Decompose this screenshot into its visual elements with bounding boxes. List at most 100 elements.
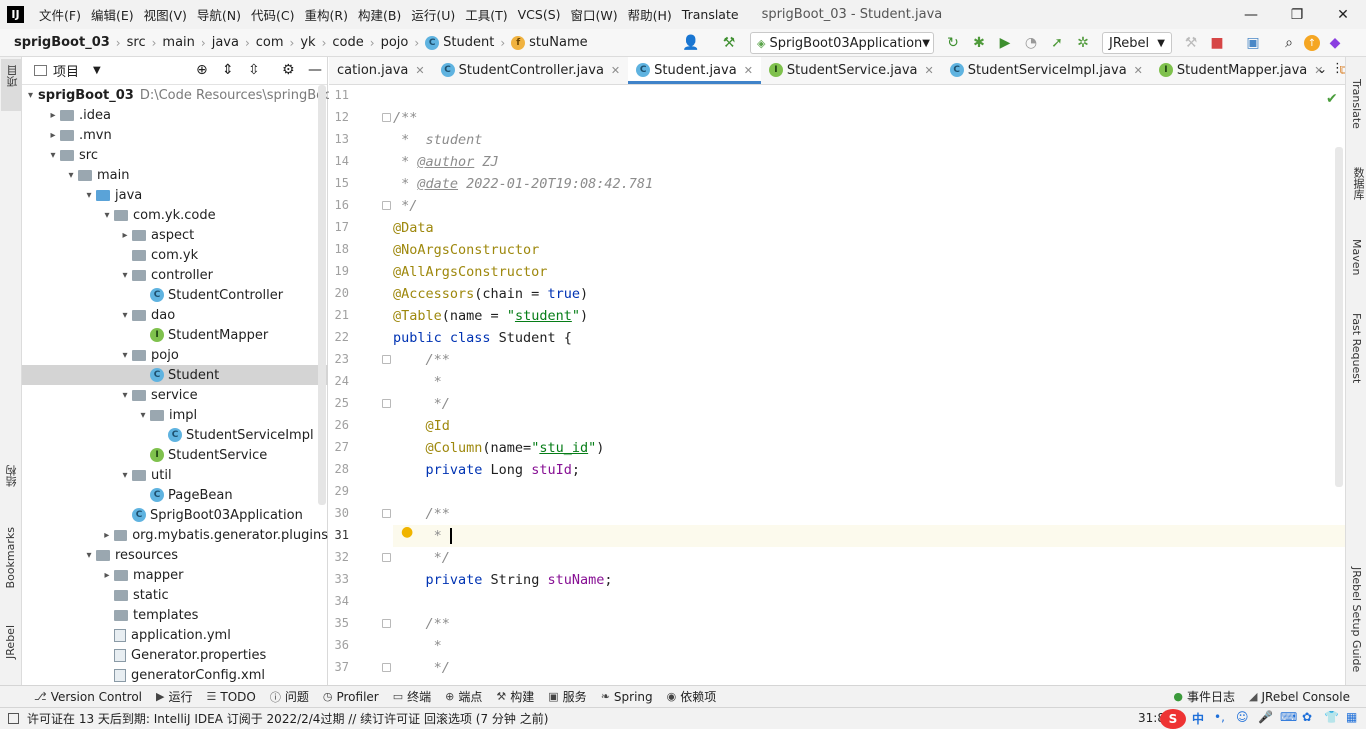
menu-item[interactable]: 重构(R) (300, 5, 353, 24)
tree-item[interactable]: ▾ util (22, 465, 328, 485)
user-icon[interactable]: 👤 (680, 32, 702, 54)
fold-icon[interactable] (382, 113, 391, 122)
tool-window-button[interactable]: ▶ 运行 (156, 688, 192, 705)
stop-icon[interactable]: ■ (1206, 32, 1228, 54)
tool-window-button[interactable]: ● 事件日志 (1173, 688, 1235, 705)
menu-item[interactable]: 运行(U) (406, 5, 460, 24)
tree-item[interactable]: ▾ controller (22, 265, 328, 285)
tool-window-button[interactable]: ⊕ 端点 (445, 688, 482, 705)
menu-item[interactable]: VCS(S) (513, 7, 566, 22)
close-button[interactable]: ✕ (1320, 0, 1366, 29)
tool-window-button[interactable]: ⚒ 构建 (496, 688, 534, 705)
code-area[interactable]: /** * student * @author ZJ * @date 2022-… (393, 85, 1345, 685)
breadcrumb-item[interactable]: f stuName (509, 35, 589, 50)
menu-item[interactable]: 工具(T) (460, 5, 512, 24)
tree-item[interactable]: C StudentServiceImpl (22, 425, 328, 445)
minimize-button[interactable]: — (1228, 0, 1274, 29)
structure-icon[interactable]: ▣ (1242, 32, 1264, 54)
tree-item[interactable]: ▸ .mvn (22, 125, 328, 145)
tool-window-button[interactable]: ⓘ 问题 (270, 688, 309, 705)
database-tool-button[interactable]: 数据库 (1350, 167, 1366, 200)
breadcrumb-item[interactable]: code (330, 35, 365, 50)
ime-punct-icon[interactable]: •, (1214, 710, 1225, 724)
bookmarks-tool-button[interactable]: Bookmarks (4, 527, 17, 588)
tree-item[interactable]: C SprigBoot03Application (22, 505, 328, 525)
chevron-down-icon[interactable]: ▾ (118, 470, 132, 481)
editor-tab[interactable]: I StudentMapper.java ✕ (1151, 57, 1332, 84)
status-message[interactable]: 许可证在 13 天后到期: IntelliJ IDEA 订阅于 2022/2/4… (27, 710, 548, 727)
grid-icon[interactable]: ▦ (1346, 710, 1357, 724)
jrebel-setup-guide-tool-button[interactable]: JRebel Setup Guide (1350, 567, 1363, 672)
jrebel-tool-button[interactable]: JRebel (4, 625, 17, 659)
gear-icon[interactable]: ⚙ (282, 62, 295, 78)
chevron-down-icon[interactable]: ⌄ (1317, 62, 1327, 76)
tree-item[interactable]: templates (22, 605, 328, 625)
tree-item[interactable]: ▾ com.yk.code (22, 205, 328, 225)
chevron-down-icon[interactable]: ▾ (118, 310, 132, 321)
chevron-down-icon[interactable]: ▾ (118, 270, 132, 281)
jrebel-run-icon[interactable]: ➚ (1046, 32, 1068, 54)
project-panel-title[interactable]: 项目 (53, 61, 79, 80)
chevron-right-icon[interactable]: ▸ (46, 130, 60, 141)
menu-item[interactable]: 帮助(H) (623, 5, 677, 24)
mic-icon[interactable]: 🎤 (1258, 710, 1273, 724)
bulb-icon[interactable]: ● (401, 524, 413, 540)
menu-item[interactable]: 视图(V) (139, 5, 192, 24)
tree-item[interactable]: I StudentMapper (22, 325, 328, 345)
jrebel-debug-icon[interactable]: ✲ (1072, 32, 1094, 54)
menu-item[interactable]: 窗口(W) (566, 5, 623, 24)
editor-tab[interactable]: C StudentController.java ✕ (433, 57, 629, 84)
chevron-down-icon[interactable]: ▾ (46, 150, 60, 161)
close-tab-icon[interactable]: ✕ (925, 64, 934, 77)
tree-item[interactable]: ▾ pojo (22, 345, 328, 365)
close-tab-icon[interactable]: ✕ (744, 64, 753, 77)
tree-item[interactable]: ▾ java (22, 185, 328, 205)
chevron-right-icon[interactable]: ▸ (100, 530, 114, 541)
tree-item[interactable]: ▾ src (22, 145, 328, 165)
expand-all-icon[interactable]: ⇕ (222, 62, 234, 78)
editor-tab[interactable]: cation.java ✕ (329, 57, 433, 84)
close-tab-icon[interactable]: ✕ (1134, 64, 1143, 77)
chevron-right-icon[interactable]: ▸ (46, 110, 60, 121)
maximize-button[interactable]: ❐ (1274, 0, 1320, 29)
keyboard-icon[interactable]: ⌨ (1280, 710, 1297, 724)
breadcrumb-item[interactable]: sprigBoot_03 (12, 35, 112, 50)
tree-item[interactable]: ▾ resources (22, 545, 328, 565)
ime-mode[interactable]: 中 (1192, 710, 1204, 727)
breadcrumb-item[interactable]: C Student (423, 35, 496, 50)
tree-item[interactable]: ▾ dao (22, 305, 328, 325)
menu-item[interactable]: 构建(B) (353, 5, 406, 24)
tool-window-button[interactable]: ☰ TODO (207, 690, 256, 704)
chevron-down-icon[interactable]: ▾ (118, 390, 132, 401)
fold-icon[interactable] (382, 509, 391, 518)
hammer-icon[interactable]: ⚒ (718, 32, 740, 54)
fold-icon[interactable] (382, 619, 391, 628)
update-icon[interactable]: ↑ (1304, 35, 1320, 51)
breadcrumb-item[interactable]: com (254, 35, 286, 50)
tree-item[interactable]: ▾ sprigBoot_03 D:\Code Resources\springBoo (22, 85, 332, 105)
breadcrumb-item[interactable]: yk (298, 35, 317, 50)
chevron-down-icon[interactable]: ▾ (100, 210, 114, 221)
search-icon[interactable]: ⌕ (1278, 32, 1300, 54)
tree-item[interactable]: C Student (22, 365, 328, 385)
tree-scrollbar[interactable] (318, 85, 326, 505)
tree-item[interactable]: ▾ impl (22, 405, 328, 425)
menu-item[interactable]: Translate (677, 7, 744, 22)
menu-item[interactable]: 导航(N) (192, 5, 246, 24)
tree-item[interactable]: I StudentService (22, 445, 328, 465)
run-configuration-select[interactable]: ◈ SprigBoot03Application ▼ (750, 32, 934, 54)
collapse-all-icon[interactable]: ⇳ (248, 62, 260, 78)
profiler-icon[interactable]: ◔ (1020, 32, 1042, 54)
tool-window-button[interactable]: ⎇ Version Control (34, 690, 142, 704)
fold-icon[interactable] (382, 553, 391, 562)
close-tab-icon[interactable]: ✕ (611, 64, 620, 77)
chevron-down-icon[interactable]: ▼ (93, 65, 101, 76)
locate-icon[interactable]: ⊕ (196, 62, 208, 78)
structure-tool-button[interactable]: 结构 (4, 465, 20, 487)
fold-icon[interactable] (382, 355, 391, 364)
coverage-icon[interactable]: ▶ (994, 32, 1016, 54)
chevron-down-icon[interactable]: ▾ (64, 170, 78, 181)
chevron-down-icon[interactable]: ▾ (82, 550, 96, 561)
chevron-down-icon[interactable]: ▾ (28, 90, 33, 101)
project-tool-button[interactable]: 项目 (1, 59, 21, 111)
